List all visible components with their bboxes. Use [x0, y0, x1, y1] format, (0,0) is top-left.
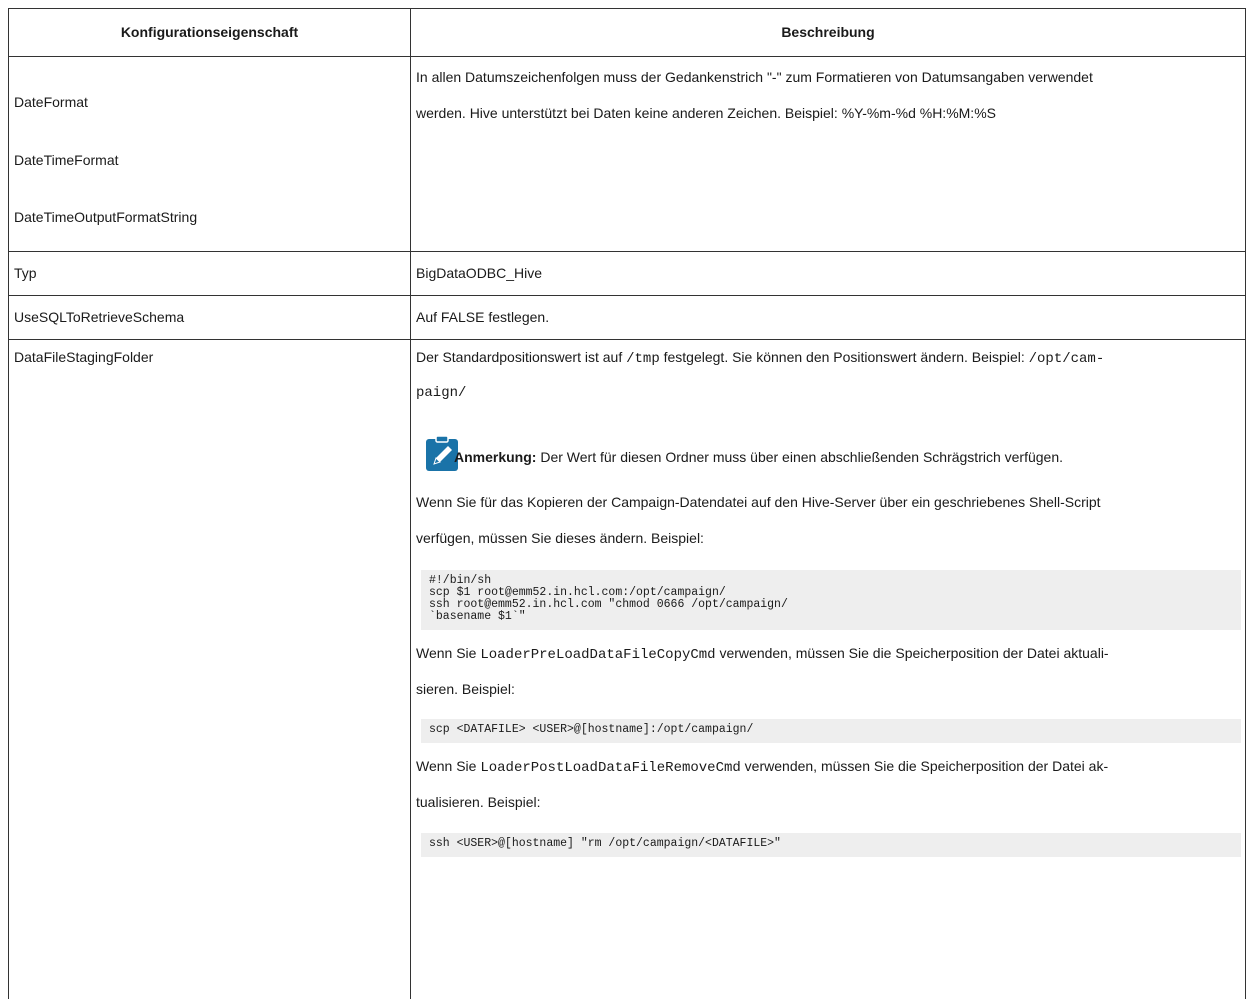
usesql-desc: Auf FALSE festlegen. [416, 309, 550, 325]
staging-p4-text-b: verwenden, müssen Sie die Speicherpositi… [740, 758, 1109, 774]
property-datetimeformat: DateTimeFormat [14, 152, 119, 168]
code-block-scp: scp <DATAFILE> <USER>@[hostname]:/opt/ca… [421, 719, 1241, 743]
dateformat-desc-line2: werden. Hive unterstützt bei Daten keine… [416, 105, 996, 121]
config-table: Konfigurationseigenschaft Beschreibung D… [8, 8, 1246, 999]
staging-p4-line1: Wenn Sie LoaderPostLoadDataFileRemoveCmd… [416, 758, 1108, 776]
row-typ-property-cell: Typ [8, 251, 410, 295]
staging-p4-code: LoaderPostLoadDataFileRemoveCmd [480, 760, 741, 776]
note-label: Anmerkung: [454, 449, 537, 465]
row-usesql-description-cell: Auf FALSE festlegen. [410, 295, 1246, 339]
header-cell-property: Konfigurationseigenschaft [8, 8, 410, 56]
header-cell-description: Beschreibung [410, 8, 1246, 56]
row-staging-property-cell: DataFileStagingFolder [8, 339, 410, 999]
staging-paragraph-1: Der Standardpositionswert ist auf /tmp f… [416, 349, 1104, 367]
row-dateformat-property-cell: DateFormat DateTimeFormat DateTimeOutput… [8, 56, 410, 251]
property-staging: DataFileStagingFolder [14, 349, 154, 365]
row-usesql-property-cell: UseSQLToRetrieveSchema [8, 295, 410, 339]
typ-desc: BigDataODBC_Hive [416, 265, 543, 281]
code-block-shell-script: #!/bin/sh scp $1 root@emm52.in.hcl.com:/… [421, 570, 1241, 630]
property-datetimeoutputformatstring: DateTimeOutputFormatString [14, 209, 198, 225]
staging-p4-text-a: Wenn Sie [416, 758, 481, 774]
staging-p1-code-continued: paign/ [416, 385, 467, 401]
property-dateformat: DateFormat [14, 94, 88, 110]
staging-p1-code-tmp: /tmp [626, 351, 660, 367]
header-label-property: Konfigurationseigenschaft [120, 24, 299, 40]
header-label-description: Beschreibung [781, 24, 875, 40]
note-text: Anmerkung: Der Wert für diesen Ordner mu… [454, 449, 1063, 465]
staging-p4-line2: tualisieren. Beispiel: [416, 794, 541, 810]
staging-p3-text-a: Wenn Sie [416, 645, 481, 661]
staging-p1-text-a: Der Standardpositionswert ist auf [416, 349, 627, 365]
staging-p3-text-b: verwenden, müssen Sie die Speicherpositi… [715, 645, 1109, 661]
row-staging-description-cell: Der Standardpositionswert ist auf /tmp f… [410, 339, 1246, 999]
code-block-rm: ssh <USER>@[hostname] "rm /opt/campaign/… [421, 833, 1241, 857]
note-body: Der Wert für diesen Ordner muss über ein… [536, 449, 1064, 465]
staging-p3-code: LoaderPreLoadDataFileCopyCmd [480, 647, 716, 663]
staging-p1-text-b: festgelegt. Sie können den Positionswert… [659, 349, 1029, 365]
staging-p2-line1: Wenn Sie für das Kopieren der Campaign-D… [416, 494, 1101, 510]
property-typ: Typ [14, 265, 37, 281]
staging-p3-line1: Wenn Sie LoaderPreLoadDataFileCopyCmd ve… [416, 645, 1109, 663]
row-dateformat-description-cell: In allen Datumszeichenfolgen muss der Ge… [410, 56, 1246, 251]
staging-p3-line2: sieren. Beispiel: [416, 681, 515, 697]
staging-p1-code-opt: /opt/cam- [1028, 351, 1105, 367]
dateformat-desc-line1: In allen Datumszeichenfolgen muss der Ge… [416, 69, 1093, 85]
row-typ-description-cell: BigDataODBC_Hive [410, 251, 1246, 295]
property-usesql: UseSQLToRetrieveSchema [14, 309, 185, 325]
staging-p2-line2: verfügen, müssen Sie dieses ändern. Beis… [416, 530, 704, 546]
